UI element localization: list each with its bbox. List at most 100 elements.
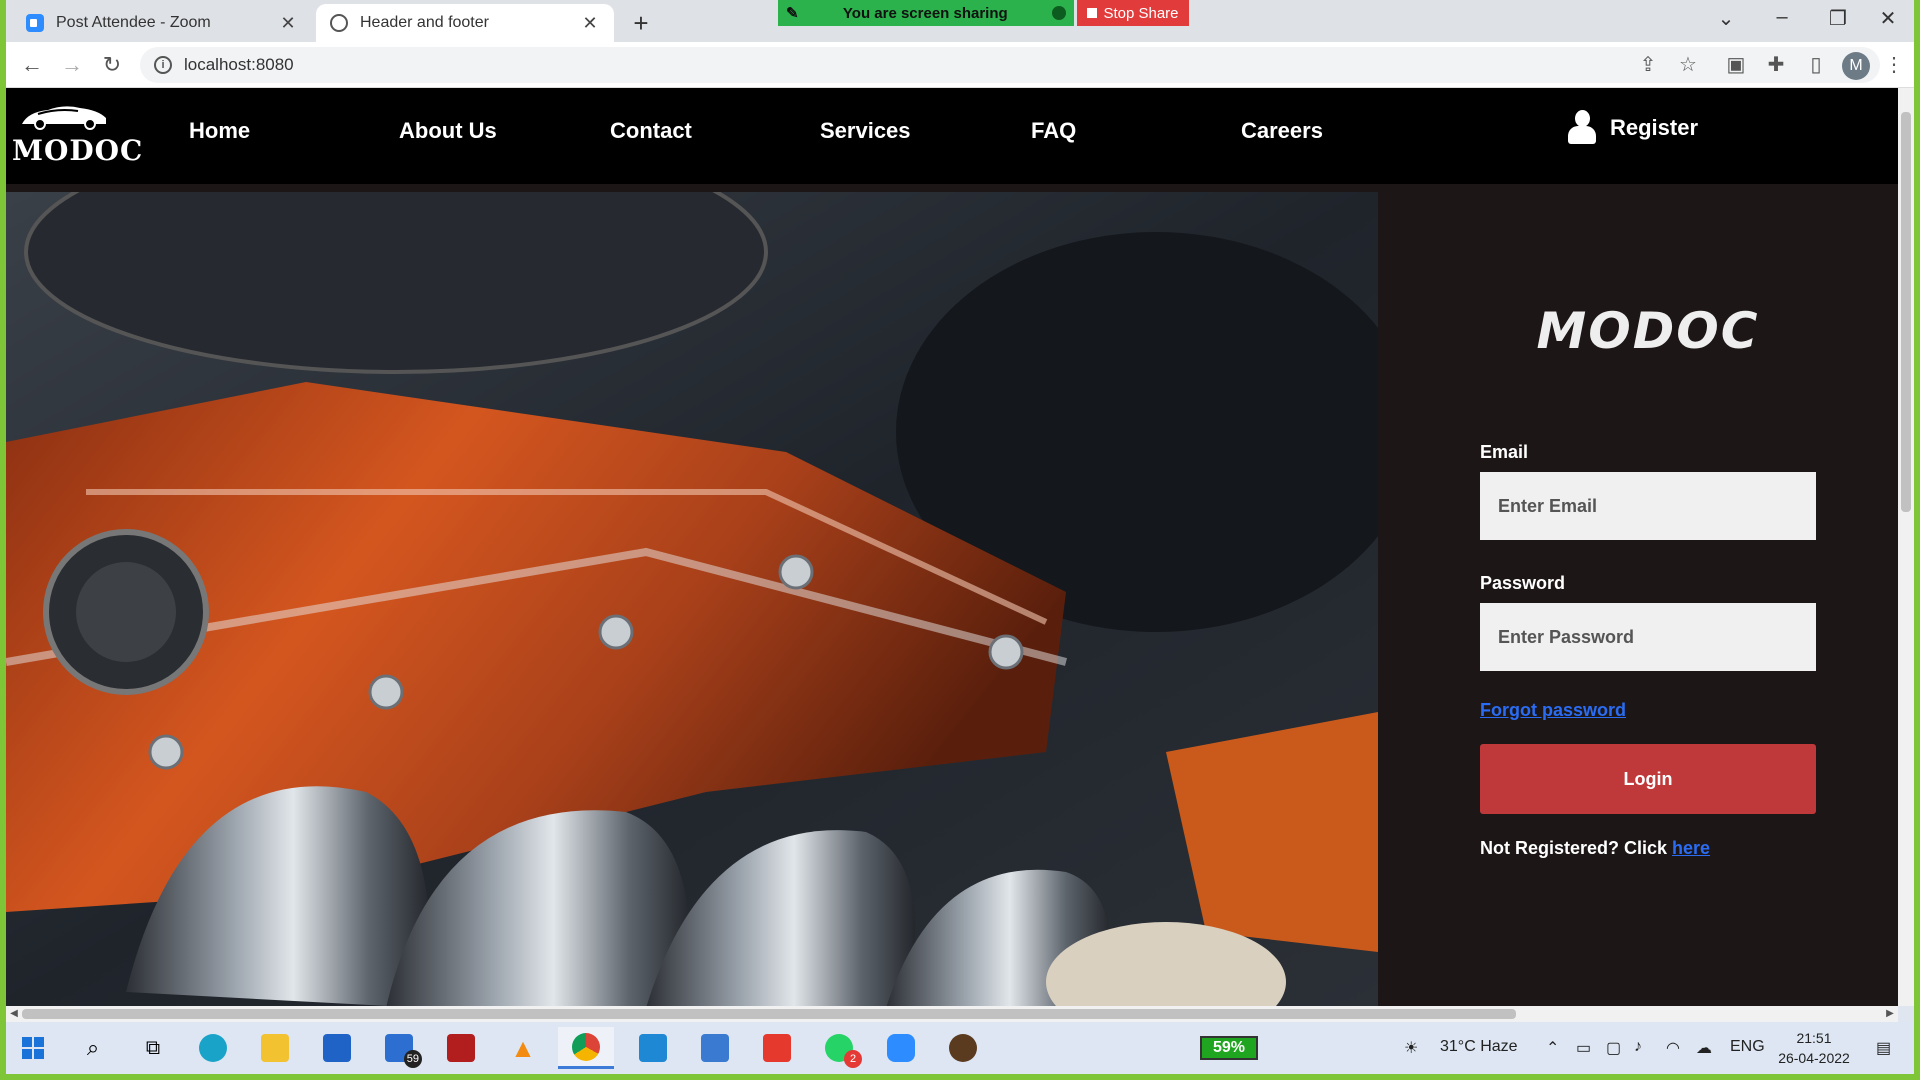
info-icon[interactable]: i — [154, 56, 172, 74]
nav-about-us[interactable]: About Us — [399, 118, 497, 144]
avatar[interactable]: M — [1842, 52, 1870, 80]
mail-badge: 59 — [403, 1050, 422, 1068]
store-icon[interactable] — [320, 1032, 354, 1064]
globe-icon — [330, 14, 348, 32]
page-viewport: MODOC Home About Us Contact Services FAQ… — [6, 88, 1898, 1006]
tab-search-icon[interactable]: ⌄ — [1706, 6, 1746, 31]
screen-frame: Post Attendee - Zoom ✕ Header and footer… — [6, 0, 1914, 1074]
edge-icon[interactable] — [196, 1032, 230, 1064]
email-field[interactable] — [1480, 472, 1816, 540]
new-tab-button[interactable]: + — [626, 8, 656, 39]
forward-arrow-icon[interactable]: → — [58, 52, 86, 80]
acrobat-icon[interactable] — [444, 1032, 478, 1064]
stop-share-button[interactable]: Stop Share — [1077, 0, 1189, 26]
pencil-icon: ✎ — [786, 5, 799, 22]
not-registered-label: Not Registered? Click — [1480, 838, 1673, 858]
weather-icon[interactable]: ☀ — [1404, 1038, 1418, 1058]
share-status-text: You are screen sharing — [842, 4, 1008, 22]
shield-icon — [1052, 6, 1066, 20]
app-icon[interactable] — [946, 1032, 980, 1064]
windows-taskbar: ⌕ ⧉ 59 ▲ 2 59% ☀ 31°C Haze ⌃ ▭ ▢ ♪ ◠ ☁ E… — [6, 1022, 1914, 1074]
close-icon[interactable]: ✕ — [278, 13, 298, 34]
chrome-icon[interactable] — [558, 1027, 614, 1069]
reload-icon[interactable]: ↻ — [98, 52, 126, 80]
vlc-icon[interactable]: ▲ — [506, 1032, 540, 1064]
file-explorer-icon[interactable] — [258, 1032, 292, 1064]
stop-icon — [1087, 8, 1098, 18]
search-icon[interactable]: ⌕ — [76, 1032, 110, 1064]
close-icon[interactable]: ✕ — [580, 13, 600, 34]
mail-icon[interactable]: 59 — [382, 1032, 422, 1068]
windows-start-icon[interactable] — [16, 1032, 50, 1064]
meet-icon[interactable]: ▢ — [1606, 1038, 1621, 1058]
volume-icon[interactable]: ♪ — [1634, 1038, 1642, 1056]
clock-date: 26-04-2022 — [1778, 1050, 1850, 1066]
engine-illustration — [6, 192, 1378, 1006]
sidepanel-icon[interactable]: ▯ — [1804, 54, 1828, 78]
zoom-icon[interactable] — [884, 1032, 918, 1064]
battery-indicator: 59% — [1200, 1036, 1258, 1060]
wifi-icon[interactable]: ◠ — [1666, 1038, 1680, 1058]
password-field[interactable] — [1480, 603, 1816, 671]
car-logo-icon — [22, 106, 106, 130]
extensions-icon[interactable]: ✚ — [1764, 54, 1788, 78]
whatsapp-badge: 2 — [844, 1050, 862, 1068]
close-window-button[interactable]: ✕ — [1868, 6, 1908, 31]
scrollbar-thumb[interactable] — [22, 1009, 1516, 1019]
site-logo[interactable]: MODOC — [12, 100, 144, 172]
minimize-button[interactable]: – — [1762, 6, 1802, 29]
back-arrow-icon[interactable]: ← — [18, 52, 46, 80]
notifications-icon[interactable]: ▤ — [1876, 1038, 1891, 1058]
restore-button[interactable]: ❐ — [1818, 6, 1858, 31]
register-link[interactable]: Register — [1568, 110, 1698, 146]
scroll-right-icon[interactable]: ▶ — [1882, 1006, 1898, 1022]
nav-home[interactable]: Home — [189, 118, 250, 144]
user-icon — [1568, 110, 1596, 146]
chevron-up-icon[interactable]: ⌃ — [1546, 1038, 1559, 1058]
weather-text[interactable]: 31°C Haze — [1440, 1038, 1518, 1056]
tab-title: Header and footer — [360, 14, 489, 31]
tab-header-footer[interactable]: Header and footer ✕ — [316, 4, 614, 42]
star-icon[interactable]: ☆ — [1676, 54, 1700, 78]
horizontal-scrollbar[interactable]: ◀ ▶ — [6, 1006, 1898, 1022]
language-indicator[interactable]: ENG — [1730, 1038, 1765, 1056]
password-label: Password — [1480, 573, 1566, 593]
battery-icon[interactable]: ▭ — [1576, 1038, 1591, 1058]
share-status: ✎ You are screen sharing — [778, 0, 1074, 26]
notepad-icon[interactable] — [698, 1032, 732, 1064]
zoom-icon — [26, 14, 44, 32]
nav-services[interactable]: Services — [820, 118, 911, 144]
system-clock[interactable]: 21:51 26-04-2022 — [1774, 1028, 1854, 1068]
onedrive-icon[interactable]: ☁ — [1696, 1038, 1712, 1058]
nav-faq[interactable]: FAQ — [1031, 118, 1076, 144]
menu-icon[interactable]: ⋮ — [1882, 54, 1906, 78]
forgot-password-link[interactable]: Forgot password — [1480, 700, 1626, 721]
clock-time: 21:51 — [1796, 1030, 1832, 1046]
selenium-icon[interactable]: ▣ — [1724, 54, 1748, 78]
nav-contact[interactable]: Contact — [610, 118, 692, 144]
share-icon[interactable]: ⇪ — [1636, 54, 1660, 78]
hero-engine-image — [6, 192, 1378, 1006]
stop-share-label: Stop Share — [1103, 4, 1179, 22]
whatsapp-icon[interactable]: 2 — [822, 1032, 862, 1068]
scrollbar-thumb[interactable] — [1901, 112, 1911, 512]
vertical-scrollbar[interactable] — [1898, 88, 1914, 1006]
not-registered-text: Not Registered? Click here — [1480, 838, 1710, 859]
site-header: MODOC Home About Us Contact Services FAQ… — [6, 88, 1898, 184]
scroll-left-icon[interactable]: ◀ — [6, 1006, 22, 1022]
task-view-icon[interactable]: ⧉ — [136, 1032, 170, 1064]
anydesk-icon[interactable] — [760, 1032, 794, 1064]
nav-careers[interactable]: Careers — [1241, 118, 1323, 144]
register-label: Register — [1610, 115, 1699, 140]
browser-toolbar: ← → ↻ i localhost:8080 ⇪ ☆ ▣ ✚ ▯ M ⋮ — [6, 42, 1914, 88]
vscode-icon[interactable] — [636, 1032, 670, 1064]
address-bar[interactable]: i localhost:8080 — [140, 47, 1880, 83]
login-button[interactable]: Login — [1480, 744, 1816, 814]
login-panel: MODOC Email Password Forgot password Log… — [1378, 192, 1898, 1006]
url-text: localhost:8080 — [184, 55, 294, 74]
logo-text: MODOC — [12, 134, 144, 167]
email-label: Email — [1480, 442, 1529, 462]
tab-zoom[interactable]: Post Attendee - Zoom ✕ — [12, 4, 312, 42]
login-brand-title: MODOC — [1536, 302, 1760, 360]
register-here-link[interactable]: here — [1672, 838, 1710, 858]
